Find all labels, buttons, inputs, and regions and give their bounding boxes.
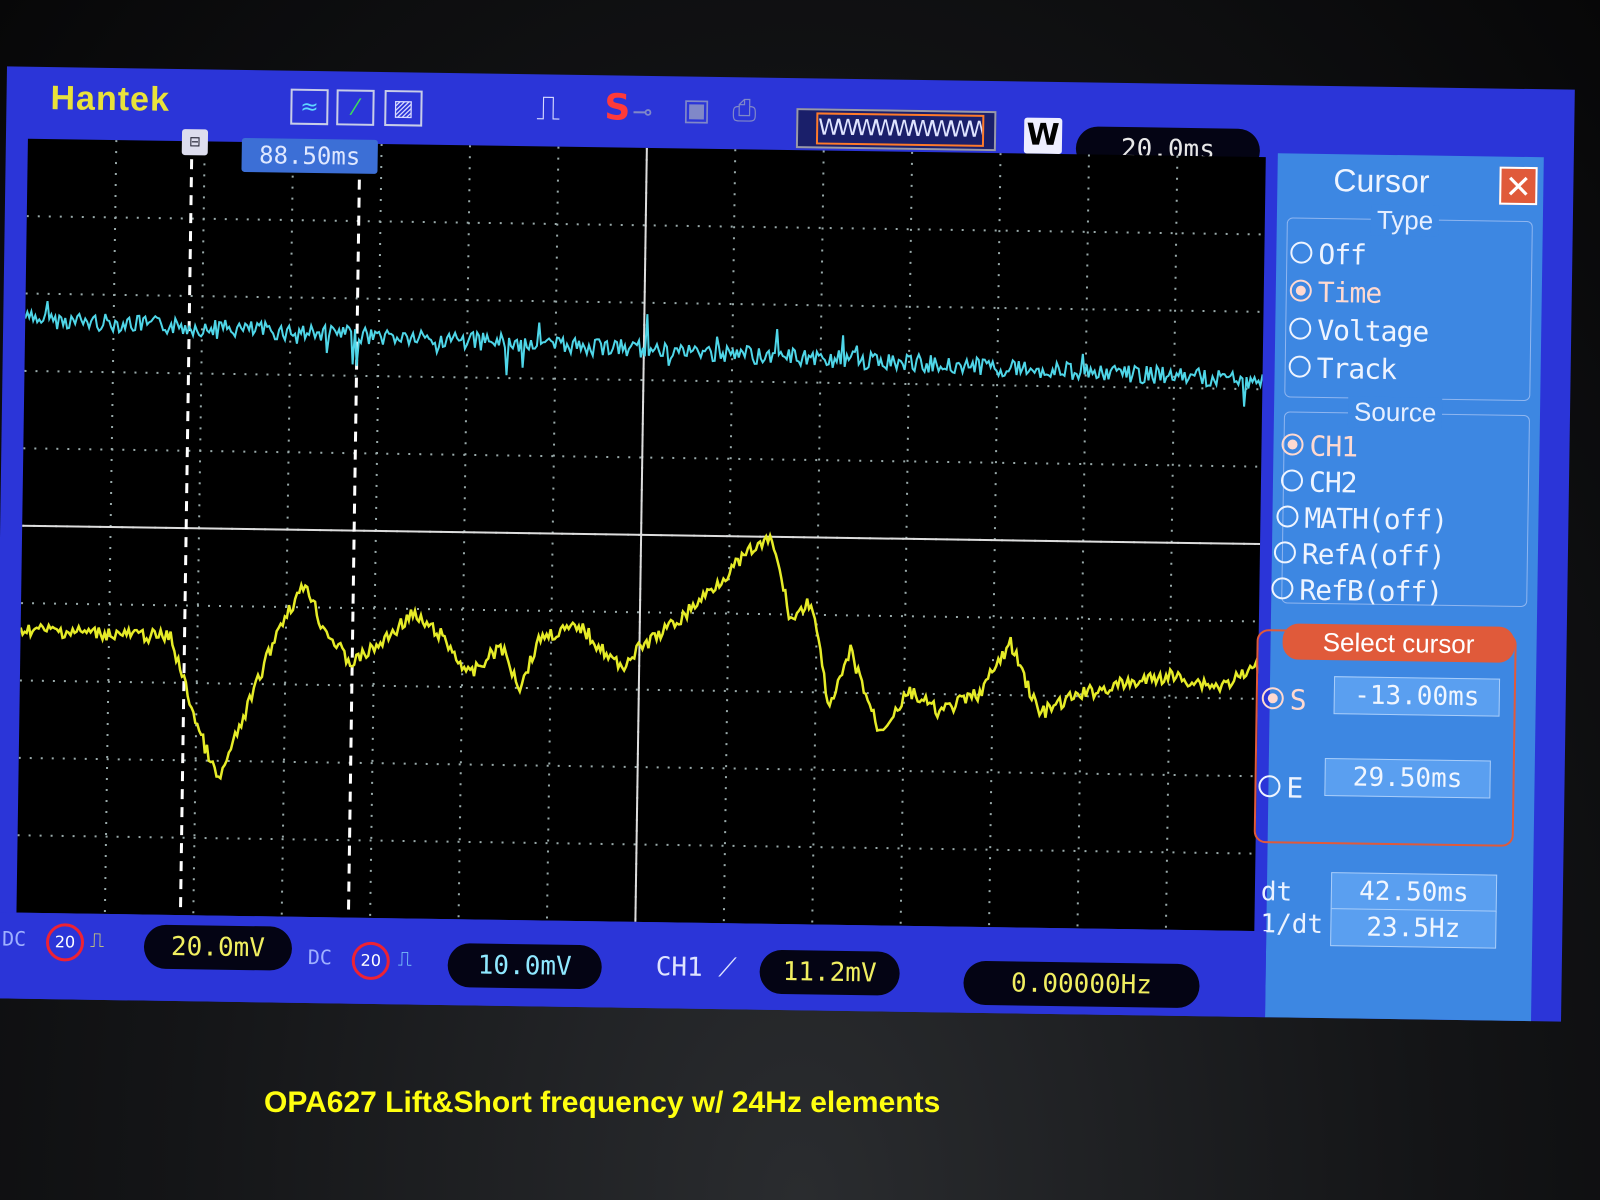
type-label: Type [1370,204,1440,237]
ch2-probe-icon: ⎍ [397,946,412,971]
ch1-bandwidth-limit: 20 [45,923,85,962]
select-cursor-label: Select cursor [1282,623,1515,663]
source-label: Source [1347,396,1443,429]
ramp-icon[interactable]: ⁄ [336,89,375,126]
brand-logo: Hantek [50,79,171,119]
menu-title: Cursor [1333,162,1430,200]
cursor-s-handle-icon[interactable]: ⊟ [181,129,209,156]
window-button[interactable]: W [1023,117,1063,155]
type-option-time[interactable]: Time [1289,275,1381,310]
type-option-track[interactable]: Track [1288,351,1396,386]
waveform-icon[interactable]: ≈ [290,88,329,126]
graticule-svg [17,140,1265,930]
type-option-off[interactable]: Off [1290,237,1366,272]
dt-label: dt [1260,877,1293,908]
ch1-coupling: DC [1,926,27,951]
key-icon: ⊸ [632,97,653,127]
trigger-edge-icon: ⎍ [536,88,561,129]
inv-dt-label: 1/dt [1260,909,1324,941]
cursor-e-option[interactable]: E [1258,771,1303,805]
ch2-coupling: DC [307,944,333,970]
source-option-refb[interactable]: RefB(off) [1271,573,1442,609]
dt-value: 42.50ms [1330,872,1498,913]
cursor-menu: Cursor ✕ Type Off Time Voltage Track Sou… [1253,153,1544,1022]
source-option-ch2[interactable]: CH2 [1280,465,1357,499]
frequency-counter: 0.00000Hz [963,960,1200,1009]
save-icon: ▣ [682,92,712,128]
ch1-scale[interactable]: 20.0mV [143,924,293,971]
cursor-e-value[interactable]: 29.50ms [1324,758,1491,799]
scope-screen: Hantek ≈ ⁄ ▨ ⎍ S ⊸ ▣ ⎙ WWWWWWWWW W 20.0m… [0,66,1575,1022]
cursor-s-option[interactable]: S [1261,683,1306,717]
ch2-scale[interactable]: 10.0mV [447,943,603,990]
type-option-voltage[interactable]: Voltage [1289,313,1428,349]
ch1-probe-icon: ⎍ [89,927,105,952]
image-caption: OPA627 Lift&Short frequency w/ 24Hz elem… [264,1086,941,1119]
source-option-math[interactable]: MATH(off) [1276,501,1447,537]
ch2-bandwidth-limit: 20 [351,941,391,981]
memory-overview: WWWWWWWWW [795,108,997,152]
trigger-level[interactable]: 11.2mV [759,949,900,996]
cursor-time-flag: 88.50ms [241,137,378,174]
cursor-s-value[interactable]: -13.00ms [1333,676,1501,717]
display-mode-icon[interactable]: ▨ [384,90,423,127]
printer-icon: ⎙ [732,93,757,129]
overview-window: WWWWWWWWW [815,112,985,147]
source-option-refa[interactable]: RefA(off) [1273,537,1445,573]
waveform-graticule [16,138,1266,932]
run-stop-indicator[interactable]: S [604,87,631,128]
rising-edge-icon: ⟋ [718,953,737,984]
inv-dt-value: 23.5Hz [1330,908,1497,949]
trigger-source: CH1 ⟋ [655,952,737,984]
close-icon[interactable]: ✕ [1499,166,1538,206]
source-option-ch1[interactable]: CH1 [1281,429,1357,463]
